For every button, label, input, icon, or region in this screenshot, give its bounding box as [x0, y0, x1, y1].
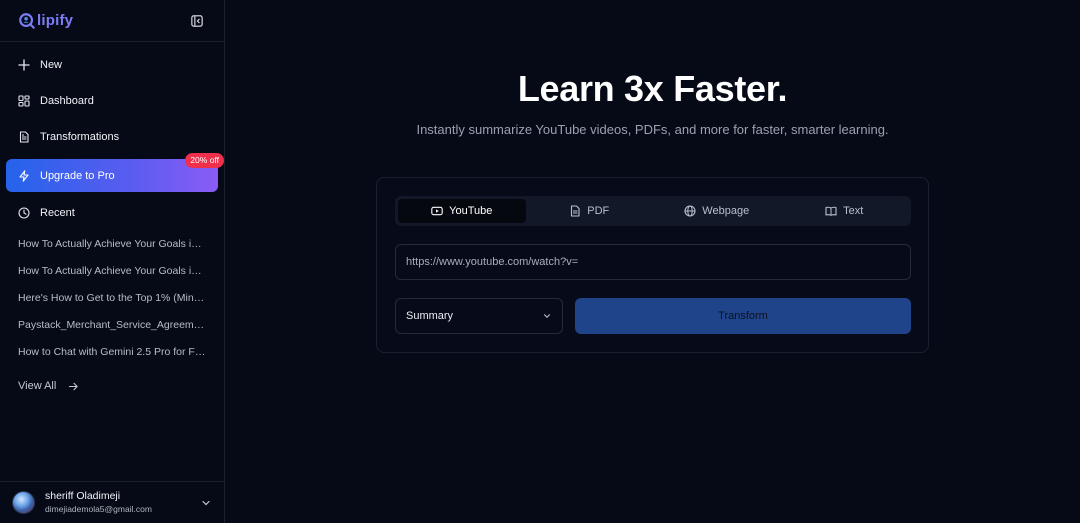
view-all-label: View All — [18, 380, 57, 392]
tab-label: Webpage — [702, 205, 750, 217]
sidebar-item-label: Dashboard — [40, 95, 94, 107]
logo-icon — [19, 12, 35, 29]
mode-select-value: Summary — [406, 310, 454, 322]
sidebar-item-transformations[interactable]: Transformations — [0, 119, 224, 155]
upgrade-to-pro-button[interactable]: Upgrade to Pro 20% off — [6, 153, 224, 192]
logo[interactable]: lipify — [18, 12, 73, 30]
tab-text[interactable]: Text — [781, 199, 909, 223]
clock-icon — [18, 207, 30, 219]
chevron-down-icon — [544, 314, 550, 318]
sidebar: lipify New Dashboard Transformations Upg… — [0, 0, 225, 523]
tab-label: YouTube — [449, 205, 493, 217]
chevron-down-icon[interactable] — [200, 497, 212, 509]
page-subtitle: Instantly summarize YouTube videos, PDFs… — [416, 122, 889, 137]
globe-icon — [684, 205, 696, 217]
sidebar-item-label: Transformations — [40, 131, 120, 143]
recent-item[interactable]: Here's How to Get to the Top 1% (Mindset… — [18, 285, 206, 312]
transform-button[interactable]: Transform — [575, 298, 911, 334]
youtube-icon — [431, 206, 443, 216]
recent-title: Recent — [40, 207, 75, 219]
main-content: Learn 3x Faster. Instantly summarize You… — [225, 0, 1080, 523]
sidebar-nav: New Dashboard Transformations Upgrade to… — [0, 42, 224, 231]
sidebar-item-dashboard[interactable]: Dashboard — [0, 83, 224, 119]
user-name: sheriff Oladimeji — [45, 490, 121, 502]
tab-label: Text — [843, 205, 864, 217]
sidebar-collapse-icon — [191, 14, 203, 27]
sidebar-item-new[interactable]: New — [0, 47, 224, 83]
user-profile[interactable]: sheriff Oladimeji dimejiademola5@gmail.c… — [0, 481, 224, 523]
page-title: Learn 3x Faster. — [517, 68, 788, 109]
discount-badge: 20% off — [185, 153, 224, 168]
mode-select[interactable]: Summary — [395, 298, 563, 334]
avatar — [12, 491, 35, 514]
dashboard-grid-icon — [18, 95, 30, 107]
pdf-file-icon — [571, 205, 580, 217]
view-all-link[interactable]: View All — [0, 376, 224, 396]
tab-webpage[interactable]: Webpage — [653, 199, 781, 223]
tab-label: PDF — [587, 205, 610, 217]
sidebar-item-label: New — [40, 59, 63, 71]
tab-pdf[interactable]: PDF — [526, 199, 654, 223]
recent-list: How To Actually Achieve Your Goals in 20… — [0, 231, 224, 366]
recent-item[interactable]: How To Actually Achieve Your Goals in 20… — [18, 231, 206, 258]
source-tabs: YouTube PDF Webpage Text — [395, 196, 911, 226]
url-input[interactable] — [395, 244, 911, 280]
plus-icon — [18, 59, 30, 71]
document-icon — [19, 131, 29, 143]
recent-item[interactable]: How To Actually Achieve Your Goals in 20… — [18, 258, 206, 285]
recent-item[interactable]: Paystack_Merchant_Service_Agreement.pdf — [18, 312, 206, 339]
user-info: sheriff Oladimeji dimejiademola5@gmail.c… — [45, 490, 190, 515]
transform-card: YouTube PDF Webpage Text https://www.you… — [376, 177, 929, 353]
book-icon — [825, 206, 837, 216]
logo-text: lipify — [37, 12, 74, 29]
arrow-right-icon — [69, 382, 79, 390]
tab-youtube[interactable]: YouTube — [398, 199, 526, 223]
app-root: lipify New Dashboard Transformations Upg… — [0, 0, 1080, 523]
lightning-icon — [19, 169, 29, 182]
user-email: dimejiademola5@gmail.com — [45, 504, 152, 514]
upgrade-label: Upgrade to Pro — [40, 169, 115, 182]
recent-item[interactable]: How to Chat with Gemini 2.5 Pro for Free — [18, 339, 206, 366]
collapse-sidebar-button[interactable] — [190, 14, 204, 28]
sidebar-header: lipify — [0, 0, 224, 42]
sidebar-item-recent[interactable]: Recent — [0, 195, 224, 231]
